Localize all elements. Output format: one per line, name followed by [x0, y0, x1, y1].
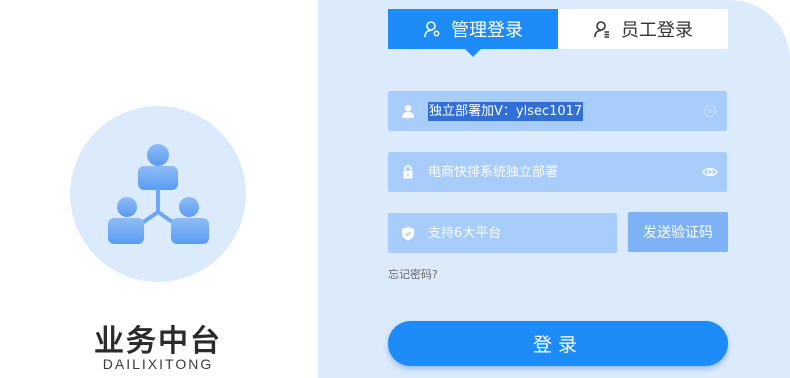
user-settings-icon — [424, 21, 440, 38]
lock-icon — [388, 165, 428, 179]
tab-staff-login[interactable]: 员工登录 — [558, 9, 728, 49]
clear-icon[interactable] — [693, 104, 727, 118]
password-input[interactable] — [428, 152, 693, 192]
captcha-field[interactable] — [388, 213, 617, 253]
user-staff-icon — [594, 21, 609, 38]
active-tab-pointer — [465, 49, 481, 57]
forgot-password-link[interactable]: 忘记密码? — [388, 266, 438, 282]
login-button[interactable]: 登录 — [388, 321, 728, 366]
username-value[interactable]: 独立部署加V：ylsec1017 — [428, 101, 584, 121]
tab-admin-label: 管理登录 — [451, 20, 523, 41]
org-structure-icon — [108, 144, 209, 244]
user-icon — [388, 104, 428, 118]
tab-staff-label: 员工登录 — [621, 20, 693, 41]
send-code-button[interactable]: 发送验证码 — [628, 212, 728, 252]
password-field[interactable] — [388, 152, 727, 192]
tab-admin-login[interactable]: 管理登录 — [388, 9, 558, 49]
brand-title: 业务中台 — [94, 324, 222, 359]
captcha-input[interactable] — [428, 213, 617, 253]
brand-subtitle: DAILIXITONG — [102, 356, 214, 372]
shield-icon — [388, 226, 428, 241]
username-field[interactable]: 独立部署加V：ylsec1017 — [388, 91, 727, 131]
eye-icon[interactable] — [693, 166, 727, 178]
